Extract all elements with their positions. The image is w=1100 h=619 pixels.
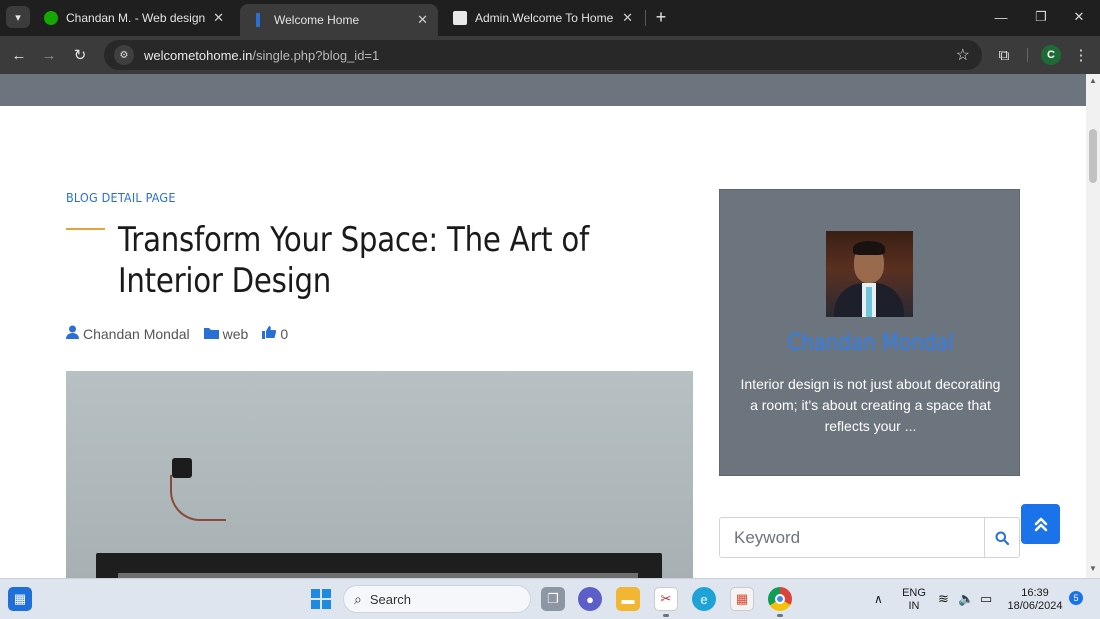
double-chevron-up-icon [1034,517,1047,532]
author-avatar [826,231,913,317]
sidebar-search [719,517,1020,558]
thumbs-up-icon[interactable] [262,325,277,342]
search-icon [995,531,1009,545]
wifi-icon[interactable]: ≋ [938,592,949,605]
microsoft-store-icon[interactable]: ▦ [730,587,754,611]
toolbar-divider [1027,48,1028,62]
tab-title: Chandan M. - Web design - Up [66,11,206,25]
edge-browser-icon[interactable]: e [692,587,716,611]
close-tab-icon[interactable]: ✕ [417,12,428,28]
tab-title: Welcome Home [274,13,360,27]
admin-favicon-icon [453,11,467,25]
scroll-down-arrow-icon[interactable]: ▼ [1088,564,1098,574]
forward-arrow-icon[interactable]: → [37,43,61,67]
extensions-puzzle-icon[interactable]: ⧉ [992,43,1016,67]
more-menu-icon[interactable]: ⋮ [1069,43,1093,67]
close-window-icon[interactable]: ✕ [1064,6,1094,28]
page-viewport: BLOG DETAIL PAGE Transform Your Space: T… [0,74,1086,578]
volume-icon[interactable]: 🔈 [958,592,974,605]
author-card-bio: Interior design is not just about decora… [740,376,1001,434]
clock[interactable]: 16:39 18/06/2024 [1004,587,1066,613]
reload-icon[interactable]: ↻ [68,43,92,67]
author-card-name[interactable]: Chandan Mondal [741,330,1000,356]
url-text: welcometohome.in/single.php?blog_id=1 [144,47,380,63]
search-icon: ⌕ [354,590,362,607]
widgets-icon[interactable]: ▦ [8,587,32,611]
meta-author[interactable]: Chandan Mondal [66,325,190,342]
tab-welcome-home[interactable]: Welcome Home ✕ [240,4,438,36]
new-tab-plus-icon[interactable]: + [650,6,672,28]
restore-icon[interactable]: ❐ [1026,6,1056,28]
meta-likes[interactable]: 0 [262,325,289,342]
back-to-top-button[interactable] [1021,504,1060,544]
blog-detail-label: BLOG DETAIL PAGE [66,190,176,205]
tab-title: Admin.Welcome To Home [475,11,614,25]
search-button[interactable] [984,518,1019,557]
author-link[interactable]: Chandan Mondal [83,326,190,342]
browser-tab-strip: ▾ Chandan M. - Web design - Up ✕ Welcome… [0,0,1100,36]
language-indicator[interactable]: ENG IN [900,587,928,613]
site-info-icon[interactable]: ⚙ [114,45,134,65]
address-bar[interactable]: ⚙ welcometohome.in/single.php?blog_id=1 … [104,40,982,70]
file-explorer-icon[interactable]: ▬ [616,587,640,611]
scroll-up-arrow-icon[interactable]: ▲ [1088,76,1098,86]
page-scrollbar[interactable]: ▲ ▼ [1086,74,1100,578]
folder-icon [203,326,219,342]
keyword-search-input[interactable] [720,518,985,557]
image-wire [170,475,226,521]
tab-divider [645,10,646,26]
upwork-favicon-icon [44,11,58,25]
tab-admin[interactable]: Admin.Welcome To Home ✕ [443,4,643,32]
post-meta: Chandan Mondal web 0 [66,325,302,342]
address-toolbar: ← → ↻ ⚙ welcometohome.in/single.php?blog… [0,36,1100,74]
taskbar-search-label: Search [369,591,412,607]
start-windows-icon[interactable] [309,587,333,611]
category-link[interactable]: web [223,326,249,342]
notification-badge[interactable]: 5 [1069,591,1083,605]
post-featured-image [66,371,693,578]
meta-category[interactable]: web [203,326,249,342]
running-indicator [663,614,669,617]
bookmark-star-icon[interactable]: ☆ [956,45,970,65]
post-title: Transform Your Space: The Art of Interio… [118,220,590,301]
close-tab-icon[interactable]: ✕ [622,10,633,26]
taskbar-search[interactable]: ⌕ Search [343,585,531,613]
windows-taskbar: ▦ ⌕ Search ❐ ● ▬ ✂ e ▦ ∧ ENG IN ≋ 🔈 ▭ 16:… [0,578,1100,619]
header-banner [0,74,1086,106]
scroll-thumb[interactable] [1089,129,1097,183]
tab-search-chevron-icon[interactable]: ▾ [6,6,30,28]
profile-avatar[interactable]: C [1041,45,1061,65]
site-favicon-icon [256,13,260,27]
battery-icon[interactable]: ▭ [980,592,992,605]
close-tab-icon[interactable]: ✕ [213,10,224,26]
show-hidden-icons-chevron-icon[interactable]: ∧ [874,593,883,606]
title-accent-line [66,228,105,230]
like-count: 0 [280,325,289,342]
minimize-icon[interactable]: — [986,6,1016,28]
user-icon [66,325,79,342]
tab-upwork[interactable]: Chandan M. - Web design - Up ✕ [34,4,234,32]
teams-chat-icon[interactable]: ● [578,587,602,611]
task-view-icon[interactable]: ❐ [541,587,565,611]
back-arrow-icon[interactable]: ← [7,43,31,67]
running-indicator [777,614,783,617]
chrome-icon[interactable] [768,587,792,611]
snipping-tool-icon[interactable]: ✂ [654,587,678,611]
author-card: Chandan Mondal Interior design is not ju… [719,189,1020,476]
